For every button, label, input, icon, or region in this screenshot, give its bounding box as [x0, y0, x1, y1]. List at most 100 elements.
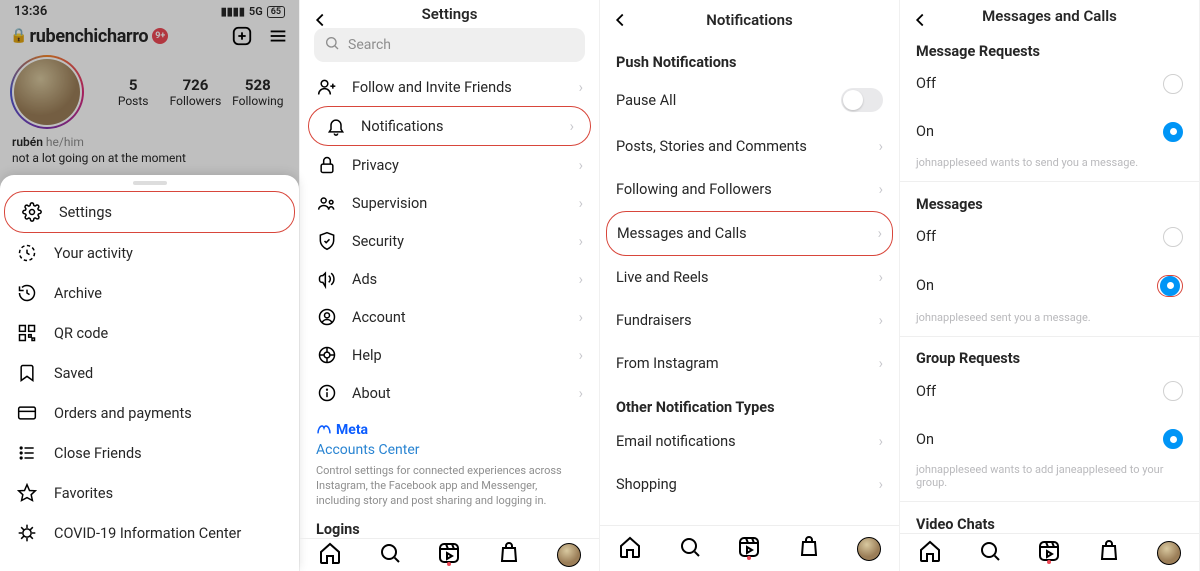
radio-button[interactable]	[1163, 227, 1183, 247]
radio-row-groupreq-on[interactable]: On	[900, 415, 1199, 463]
accounts-center-desc: Control settings for connected experienc…	[316, 464, 583, 509]
sheet-item-label: Orders and payments	[54, 405, 192, 422]
radio-row-msgreq-on[interactable]: On	[900, 108, 1199, 156]
radio-button[interactable]	[1163, 122, 1183, 142]
sheet-item-label: Settings	[59, 204, 112, 221]
sheet-grabber[interactable]	[133, 181, 167, 185]
tab-search-icon[interactable]	[378, 541, 402, 569]
card-icon	[16, 403, 38, 423]
radio-button[interactable]	[1160, 276, 1180, 296]
settings-item-label: Follow and Invite Friends	[352, 79, 512, 96]
sheet-item-label: Archive	[54, 285, 102, 302]
chevron-right-icon: ›	[879, 138, 883, 155]
profile-avatar-story-ring[interactable]	[10, 55, 84, 129]
radio-button[interactable]	[1163, 429, 1183, 449]
notifications-topbar: Notifications	[600, 0, 899, 40]
stat-posts[interactable]: 5 Posts	[102, 76, 164, 108]
sheet-item-qr-code[interactable]: QR code	[0, 313, 299, 353]
profile-bio: rubén he/him not a lot going on at the m…	[0, 133, 299, 168]
settings-item-label: Security	[352, 233, 404, 250]
radio-row-messages-off[interactable]: Off	[900, 213, 1199, 261]
noti-item-following-followers[interactable]: Following and Followers ›	[600, 168, 899, 211]
sheet-item-favorites[interactable]: Favorites	[0, 473, 299, 513]
sheet-item-label: Saved	[54, 365, 93, 382]
status-right: ▮▮▮▮ 5G 65	[221, 5, 285, 18]
sheet-item-saved[interactable]: Saved	[0, 353, 299, 393]
noti-item-fundraisers[interactable]: Fundraisers ›	[600, 299, 899, 342]
chevron-right-icon: ›	[879, 269, 883, 286]
settings-item-security[interactable]: Security ›	[300, 222, 599, 260]
radio-row-groupreq-off[interactable]: Off	[900, 367, 1199, 415]
noti-item-shopping[interactable]: Shopping ›	[600, 463, 899, 506]
sheet-item-settings[interactable]: Settings	[4, 191, 295, 233]
back-button[interactable]	[908, 8, 932, 32]
tab-home-icon[interactable]	[318, 541, 342, 569]
radio-row-msgreq-off[interactable]: Off	[900, 60, 1199, 108]
settings-item-privacy[interactable]: Privacy ›	[300, 146, 599, 184]
stat-following[interactable]: 528 Following	[227, 76, 289, 108]
create-post-icon[interactable]	[231, 25, 253, 47]
noti-item-pause-all[interactable]: Pause All	[600, 75, 899, 125]
noti-item-label: Posts, Stories and Comments	[616, 138, 807, 155]
chevron-right-icon: ›	[579, 271, 583, 288]
back-button[interactable]	[308, 8, 332, 32]
hamburger-menu-icon[interactable]	[267, 25, 289, 47]
sheet-item-covid[interactable]: COVID-19 Information Center	[0, 513, 299, 553]
radio-button[interactable]	[1163, 74, 1183, 94]
tab-shop-icon[interactable]	[497, 541, 521, 569]
tab-profile-avatar[interactable]	[857, 537, 881, 561]
radio-row-messages-on[interactable]: On	[900, 261, 1199, 311]
activity-icon	[16, 243, 38, 263]
settings-search[interactable]: Search	[314, 28, 585, 62]
noti-item-live-reels[interactable]: Live and Reels ›	[600, 256, 899, 299]
profile-username[interactable]: rubenchicharro	[29, 26, 148, 47]
tab-search-icon[interactable]	[678, 535, 702, 563]
profile-stats: 5 Posts 726 Followers 528 Following	[0, 49, 299, 133]
settings-item-supervision[interactable]: Supervision ›	[300, 184, 599, 222]
tab-profile-avatar[interactable]	[1157, 541, 1181, 565]
profile-bottom-sheet: Settings Your activity Archive QR code S…	[0, 175, 299, 571]
tab-shop-icon[interactable]	[1097, 539, 1121, 567]
settings-item-about[interactable]: About ›	[300, 374, 599, 412]
tab-shop-icon[interactable]	[797, 535, 821, 563]
sheet-item-orders[interactable]: Orders and payments	[0, 393, 299, 433]
noti-item-posts-stories[interactable]: Posts, Stories and Comments ›	[600, 125, 899, 168]
noti-item-email[interactable]: Email notifications ›	[600, 420, 899, 463]
settings-item-account[interactable]: Account ›	[300, 298, 599, 336]
section-title-video-chats: Video Chats	[900, 506, 1199, 533]
status-bar: 13:36 ▮▮▮▮ 5G 65	[0, 0, 299, 19]
reels-notification-dot	[747, 556, 751, 560]
back-button[interactable]	[608, 8, 632, 32]
settings-item-label: Privacy	[352, 157, 399, 174]
panel-notifications: Notifications Push Notifications Pause A…	[600, 0, 900, 571]
stat-followers[interactable]: 726 Followers	[164, 76, 226, 108]
section-title-messages: Messages	[900, 186, 1199, 213]
settings-item-help[interactable]: Help ›	[300, 336, 599, 374]
sheet-item-your-activity[interactable]: Your activity	[0, 233, 299, 273]
tab-reels-icon[interactable]	[437, 541, 461, 569]
accounts-center-link[interactable]: Accounts Center	[316, 442, 583, 458]
tab-reels-icon[interactable]	[1037, 539, 1061, 567]
pause-all-switch[interactable]	[841, 88, 883, 112]
reels-notification-dot	[447, 562, 451, 566]
sheet-item-close-friends[interactable]: Close Friends	[0, 433, 299, 473]
settings-item-follow-invite[interactable]: Follow and Invite Friends ›	[300, 68, 599, 106]
radio-button[interactable]	[1163, 381, 1183, 401]
settings-item-ads[interactable]: Ads ›	[300, 260, 599, 298]
supervise-icon	[316, 193, 338, 213]
tab-search-icon[interactable]	[978, 539, 1002, 567]
settings-item-notifications[interactable]: Notifications ›	[308, 106, 591, 146]
sheet-item-label: Close Friends	[54, 445, 142, 462]
noti-item-from-instagram[interactable]: From Instagram ›	[600, 342, 899, 385]
noti-item-messages-calls[interactable]: Messages and Calls ›	[606, 211, 893, 256]
tab-reels-icon[interactable]	[737, 535, 761, 563]
sheet-item-archive[interactable]: Archive	[0, 273, 299, 313]
tab-home-icon[interactable]	[918, 539, 942, 567]
tab-home-icon[interactable]	[618, 535, 642, 563]
radio-highlight-ring	[1157, 275, 1183, 297]
noti-item-label: Pause All	[616, 92, 676, 109]
qr-icon	[16, 323, 38, 343]
radio-label: Off	[916, 228, 936, 245]
bookmark-icon	[16, 363, 38, 383]
tab-profile-avatar[interactable]	[557, 543, 581, 567]
